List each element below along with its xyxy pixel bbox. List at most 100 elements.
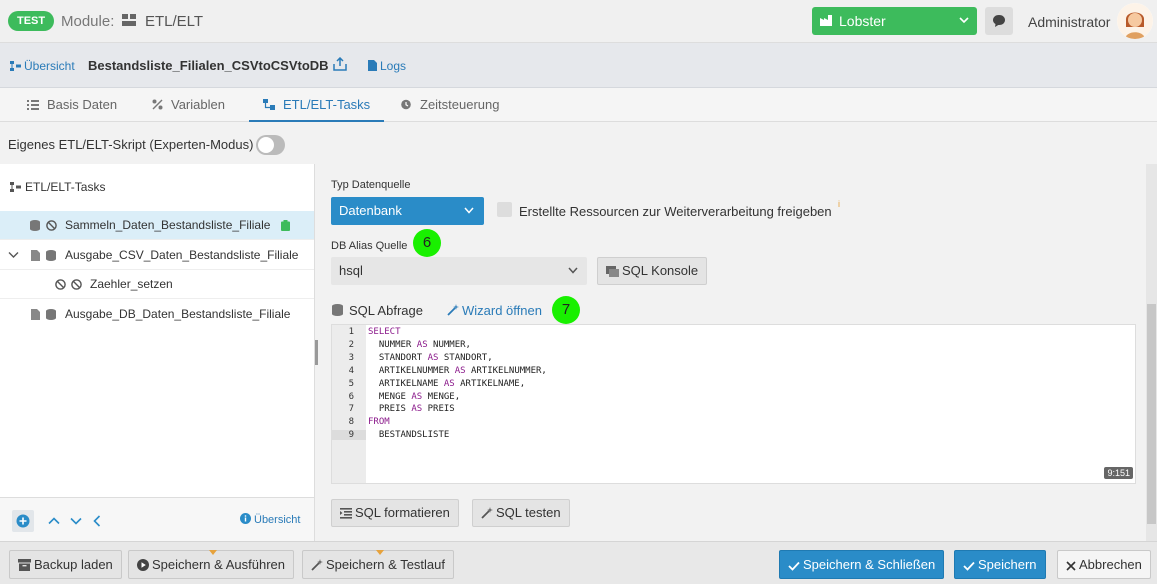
save-button[interactable]: Speichern [954, 550, 1046, 579]
ban-icon [46, 220, 57, 231]
code-text: NUMMER [368, 339, 417, 350]
tab-zeitsteuerung[interactable]: Zeitsteuerung [400, 88, 500, 122]
tree-item-zaehler[interactable]: Zaehler_setzen [0, 270, 314, 299]
code-keyword: AS [411, 391, 423, 402]
format-sql-label: SQL formatieren [355, 505, 450, 520]
tree-item-label: Zaehler_setzen [90, 277, 173, 291]
chevron-down-icon[interactable] [70, 517, 82, 525]
list-icon [27, 100, 39, 110]
add-icon[interactable] [12, 510, 34, 532]
user-avatar-icon [1117, 3, 1153, 39]
code-text: PREIS [368, 404, 412, 415]
code-text: MENGE, [422, 391, 461, 402]
tenant-name: Lobster [839, 13, 886, 29]
wizard-label: Wizard öffnen [462, 303, 542, 318]
release-resources-checkbox[interactable] [497, 202, 512, 217]
test-sql-label: SQL testen [496, 505, 561, 520]
save-label: Speichern [978, 557, 1037, 572]
avatar[interactable] [1117, 3, 1153, 39]
line-number: 2 [348, 339, 354, 350]
task-tree-panel: ETL/ELT-Tasks Sammeln_Daten_Bestandslist… [0, 164, 315, 541]
tree-item-label: Sammeln_Daten_Bestandsliste_Filiale [65, 218, 271, 232]
tab-variablen[interactable]: Variablen [152, 88, 225, 122]
chevron-down-icon [959, 17, 969, 24]
process-title: Bestandsliste_Filialen_CSVtoCSVtoDB [88, 58, 329, 73]
magic-wand-icon [481, 507, 493, 519]
sql-editor[interactable]: 1 SELECT 2 NUMMER AS NUMMER, 3 STANDORT AS … [331, 324, 1136, 484]
cancel-button[interactable]: Abbrechen [1057, 550, 1151, 579]
overview-label: Übersicht [24, 59, 75, 73]
save-close-button[interactable]: Speichern & Schließen [779, 550, 945, 579]
check-icon [788, 561, 800, 571]
expert-mode-toggle[interactable] [256, 135, 285, 155]
scrollbar-thumb[interactable] [1147, 304, 1156, 524]
play-circle-icon [137, 559, 149, 571]
tree-item-ausgabe-db[interactable]: Ausgabe_DB_Daten_Bestandsliste_Filiale [0, 300, 314, 329]
module-icon [122, 14, 136, 26]
db-alias-select[interactable]: hsql [331, 257, 587, 285]
database-icon [46, 250, 56, 261]
archive-icon [18, 559, 31, 571]
source-type-label: Typ Datenquelle [331, 179, 411, 191]
info-icon [240, 513, 251, 524]
code-text: NUMMER, [427, 339, 471, 350]
code-keyword: AS [427, 352, 439, 363]
save-run-button[interactable]: Speichern & Ausführen [128, 550, 294, 579]
code-text: MENGE [368, 391, 412, 402]
indent-icon [340, 508, 352, 519]
db-alias-value: hsql [339, 263, 363, 278]
chat-button[interactable] [985, 7, 1013, 35]
code-text: ARTIKELNUMMER, [465, 365, 547, 376]
info-icon[interactable]: i [838, 199, 840, 209]
save-testrun-button[interactable]: Speichern & Testlauf [302, 550, 454, 579]
save-close-label: Speichern & Schließen [803, 557, 936, 572]
chevron-down-icon [568, 267, 578, 274]
module-label: Module: [61, 13, 115, 30]
backup-load-button[interactable]: Backup laden [9, 550, 122, 579]
wizard-link[interactable]: Wizard öffnen [447, 303, 542, 318]
cursor-position: 9:151 [1104, 467, 1133, 479]
tab-basis-daten[interactable]: Basis Daten [27, 88, 117, 122]
sql-console-button[interactable]: SQL Konsole [597, 257, 708, 285]
tree-item-label: Ausgabe_CSV_Daten_Bestandsliste_Filiale [65, 248, 299, 262]
module-name: ETL/ELT [145, 13, 204, 30]
code-keyword: AS [416, 339, 428, 350]
test-sql-button[interactable]: SQL testen [472, 499, 570, 527]
code-line: BESTANDSLISTE [368, 430, 449, 440]
tab-label: Zeitsteuerung [420, 97, 500, 112]
tree-overview-label: Übersicht [254, 514, 301, 526]
environment-badge: TEST [8, 11, 55, 31]
tree-header: ETL/ELT-Tasks [10, 180, 105, 194]
tree-item-sammeln[interactable]: Sammeln_Daten_Bestandsliste_Filiale [0, 211, 314, 240]
export-icon[interactable] [333, 57, 347, 71]
sql-console-label: SQL Konsole [622, 263, 699, 278]
cancel-label: Abbrechen [1079, 557, 1142, 572]
source-type-select[interactable]: Datenbank [331, 197, 484, 225]
logs-link[interactable]: Logs [368, 59, 406, 73]
top-bar: TEST Module: ETL/ELT Lobster Administrat… [0, 0, 1157, 43]
save-testrun-label: Speichern & Testlauf [326, 557, 445, 572]
overview-link[interactable]: Übersicht [10, 59, 75, 73]
tree-header-label: ETL/ELT-Tasks [25, 180, 106, 194]
code-keyword: AS [443, 378, 455, 389]
code-text: PREIS [422, 404, 455, 415]
tab-etl-tasks[interactable]: ETL/ELT-Tasks [249, 88, 385, 122]
magic-wand-icon [447, 304, 459, 316]
chevron-left-icon[interactable] [93, 515, 101, 527]
annotation-bubble-7: 7 [552, 296, 580, 324]
format-sql-button[interactable]: SQL formatieren [331, 499, 459, 527]
tree-icon [10, 61, 21, 71]
chevron-down-icon[interactable] [8, 251, 19, 259]
check-icon [963, 561, 975, 571]
line-number: 7 [348, 404, 354, 415]
tree-overview-link[interactable]: Übersicht [240, 513, 300, 526]
line-number: 6 [348, 391, 354, 402]
console-icon [606, 266, 619, 277]
code-line: STANDORT AS STANDORT, [368, 353, 493, 363]
user-name[interactable]: Administrator [1028, 14, 1110, 30]
config-scrollbar[interactable] [1146, 164, 1157, 541]
action-bar: Backup laden Speichern & Ausführen Speic… [0, 541, 1157, 584]
tenant-select[interactable]: Lobster [812, 7, 977, 35]
tree-item-ausgabe-csv[interactable]: Ausgabe_CSV_Daten_Bestandsliste_Filiale [0, 241, 314, 270]
chevron-up-icon[interactable] [48, 517, 60, 525]
